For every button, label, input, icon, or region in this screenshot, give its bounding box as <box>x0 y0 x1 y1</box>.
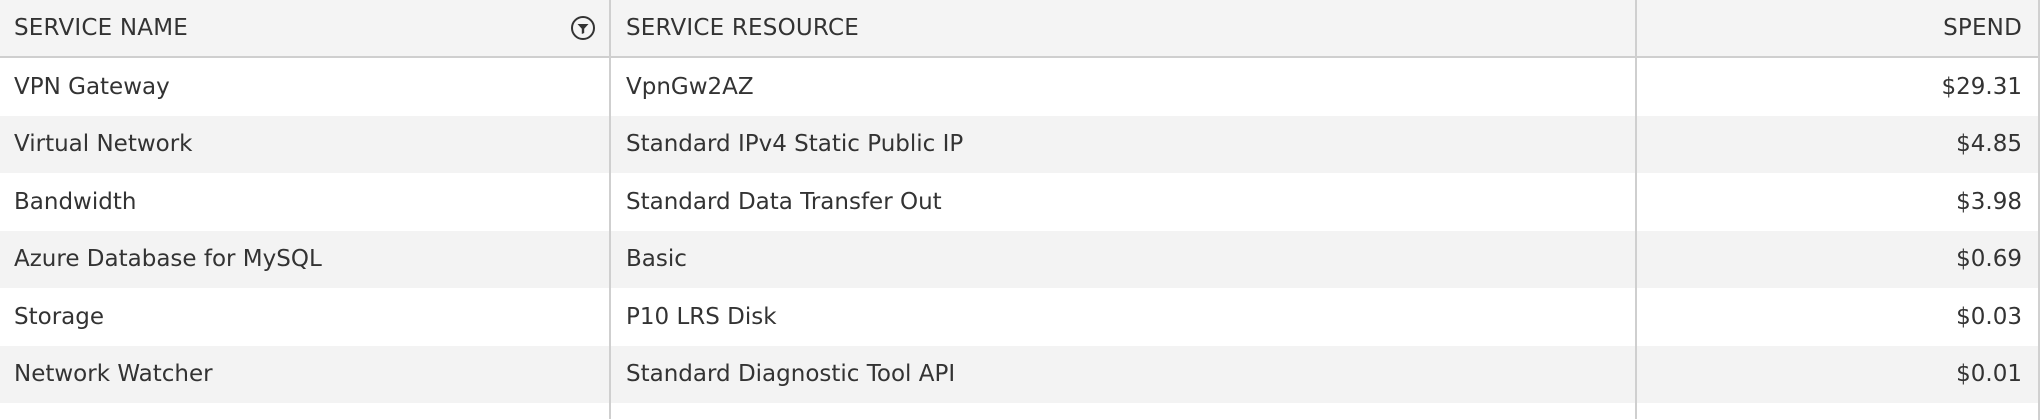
filter-icon[interactable] <box>569 14 597 42</box>
cell-service-resource: Standard IPv4 Static Public IP <box>611 115 1637 173</box>
cell-service-name: VPN Gateway <box>0 58 611 116</box>
table-row[interactable]: Azure Database for MySQL Basic $0.69 <box>0 230 2038 288</box>
cell-spend: $3.98 <box>1956 188 2022 215</box>
cell-empty <box>0 403 611 419</box>
column-header-spend[interactable]: SPEND <box>1637 0 2038 56</box>
column-header-label: SERVICE RESOURCE <box>626 15 859 41</box>
cell-service-name: Bandwidth <box>0 173 611 231</box>
cell-service-name: Network Watcher <box>0 345 611 403</box>
column-header-label: SERVICE NAME <box>14 15 188 41</box>
cell-service-name: Virtual Network <box>0 115 611 173</box>
column-header-service-name[interactable]: SERVICE NAME <box>0 0 611 56</box>
cell-spend: $0.01 <box>1956 361 2022 388</box>
table-row-partial <box>0 403 2038 419</box>
column-header-label: SPEND <box>1943 15 2022 41</box>
cell-service-name: Azure Database for MySQL <box>0 230 611 288</box>
cell-service-resource: Standard Diagnostic Tool API <box>611 345 1637 403</box>
cell-empty <box>611 403 1637 419</box>
table-row[interactable]: Storage P10 LRS Disk $0.03 <box>0 288 2038 346</box>
table-row[interactable]: Virtual Network Standard IPv4 Static Pub… <box>0 115 2038 173</box>
table-row[interactable]: VPN Gateway VpnGw2AZ $29.31 <box>0 58 2038 116</box>
cell-spend: $29.31 <box>1941 73 2022 100</box>
cell-spend: $0.69 <box>1956 246 2022 273</box>
spend-table: SERVICE NAME SERVICE RESOURCE SPEND VPN … <box>0 0 2040 420</box>
cell-service-resource: Basic <box>611 230 1637 288</box>
column-header-service-resource[interactable]: SERVICE RESOURCE <box>611 0 1637 56</box>
cell-service-resource: P10 LRS Disk <box>611 288 1637 346</box>
table-header: SERVICE NAME SERVICE RESOURCE SPEND <box>0 0 2038 58</box>
table-row[interactable]: Bandwidth Standard Data Transfer Out $3.… <box>0 173 2038 231</box>
cell-service-resource: VpnGw2AZ <box>611 58 1637 116</box>
cell-empty <box>1637 403 2038 419</box>
cell-spend: $0.03 <box>1956 303 2022 330</box>
table-row[interactable]: Network Watcher Standard Diagnostic Tool… <box>0 345 2038 403</box>
cell-spend: $4.85 <box>1956 131 2022 158</box>
cell-service-resource: Standard Data Transfer Out <box>611 173 1637 231</box>
cell-service-name: Storage <box>0 288 611 346</box>
